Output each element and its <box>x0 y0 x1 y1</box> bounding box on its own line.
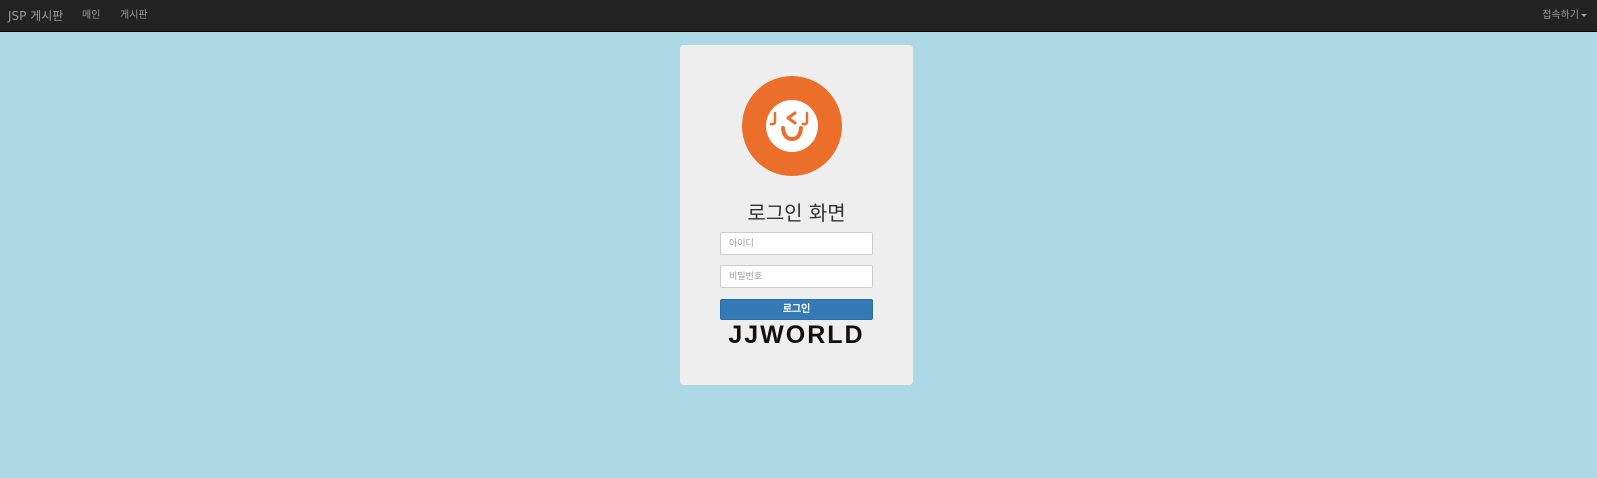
login-button[interactable]: 로그인 <box>720 299 873 320</box>
jjworld-logo <box>742 76 842 176</box>
caret-down-icon <box>1581 13 1587 17</box>
nav-item-board[interactable]: 게시판 <box>120 0 148 32</box>
login-card: 로그인 화면 로그인 JJWORLD <box>680 45 913 385</box>
login-title: 로그인 화면 <box>747 201 846 225</box>
password-input[interactable] <box>720 265 873 288</box>
jjworld-wordmark: JJWORLD <box>728 321 865 349</box>
navbar-brand[interactable]: JSP 게시판 <box>8 0 63 32</box>
top-navbar: JSP 게시판 메인 게시판 접속하기 <box>0 0 1597 32</box>
nav-item-main[interactable]: 메인 <box>82 0 100 32</box>
user-id-input[interactable] <box>720 232 873 255</box>
connect-dropdown-label: 접속하기 <box>1542 10 1579 21</box>
connect-dropdown[interactable]: 접속하기 <box>1542 0 1587 32</box>
